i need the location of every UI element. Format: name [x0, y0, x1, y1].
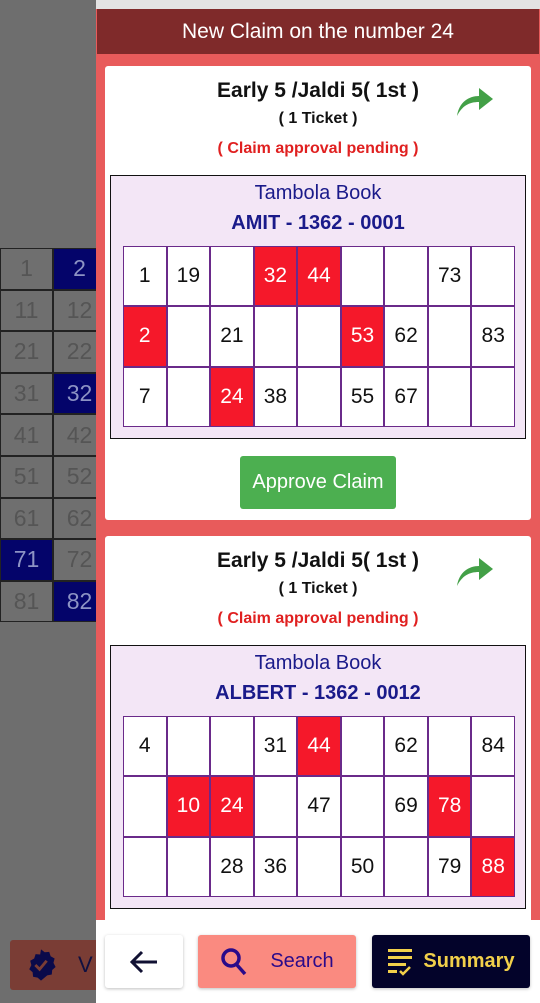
footer-bar: Search Summary: [96, 920, 540, 1003]
ticket-cell: [211, 717, 253, 776]
ticket-cell: [341, 777, 384, 836]
tambola-ticket: Tambola Book ALBERT - 1362 - 0012 4 31 44 6…: [110, 645, 526, 909]
ticket-cell: [167, 837, 210, 896]
share-icon[interactable]: [455, 84, 495, 118]
ticket-cell: 84: [472, 717, 514, 776]
claim-status: ( Claim approval pending ): [217, 140, 419, 157]
ticket-cell: [428, 307, 471, 366]
book-label: Tambola Book: [254, 652, 382, 674]
ticket-cell: [298, 837, 340, 896]
ticket-cell: 10: [167, 777, 210, 836]
summary-list-icon: [388, 948, 413, 976]
board-number-cell: 31: [0, 372, 53, 415]
ticket-cell: 7: [124, 367, 166, 426]
ticket-cell: 2: [124, 307, 166, 366]
ticket-cell: [472, 367, 514, 426]
book-label: Tambola Book: [254, 182, 382, 204]
board-number-cell: 81: [0, 580, 53, 623]
background-verify-label: V: [78, 952, 93, 977]
ticket-cell: [385, 837, 427, 896]
ticket-cell: [428, 367, 471, 426]
ticket-cell: 79: [428, 837, 471, 896]
share-icon[interactable]: [455, 554, 495, 588]
ticket-id: AMIT - 1362 - 0001: [231, 212, 405, 234]
verified-badge-icon: [29, 949, 56, 981]
ticket-cell: [472, 777, 514, 836]
ticket-cell: 36: [254, 837, 297, 896]
ticket-cell: [254, 307, 297, 366]
ticket-cell: [341, 247, 384, 306]
search-label: Search: [270, 950, 334, 972]
ticket-cell: 4: [124, 717, 166, 776]
ticket-cell: 83: [472, 307, 514, 366]
arrow-left-icon: [129, 950, 157, 973]
ticket-cell: 47: [298, 777, 340, 836]
ticket-cell: 24: [211, 777, 253, 836]
ticket-cell: [124, 837, 166, 896]
ticket-cell: [298, 367, 340, 426]
ticket-cell: 53: [341, 307, 384, 366]
claim-card: Early 5 /Jaldi 5( 1st ) ( 1 Ticket ) ( C…: [105, 66, 531, 520]
board-number-cell: 61: [0, 497, 53, 540]
claim-card: Early 5 /Jaldi 5( 1st ) ( 1 Ticket ) ( C…: [105, 536, 531, 926]
board-number-cell: 51: [0, 456, 53, 498]
ticket-cell: [211, 247, 253, 306]
ticket-cell: [385, 247, 427, 306]
ticket-cell: 55: [341, 367, 384, 426]
ticket-cell: 28: [211, 837, 253, 896]
claim-dialog: New Claim on the number 24 Early 5 /Jald…: [96, 0, 540, 1003]
ticket-cell: [167, 307, 210, 366]
ticket-cell: 44: [298, 717, 340, 776]
ticket-cell: [167, 367, 210, 426]
ticket-cell: 50: [341, 837, 384, 896]
ticket-cell: 62: [385, 307, 427, 366]
ticket-cell: 78: [428, 777, 471, 836]
ticket-cell: 62: [385, 717, 427, 776]
claim-status: ( Claim approval pending ): [217, 610, 419, 627]
ticket-cell: 44: [298, 247, 340, 306]
ticket-cell: 31: [254, 717, 297, 776]
ticket-grid: 4 31 44 62 84 10 24 47 69 78 28 36 50 79 88: [123, 716, 515, 897]
ticket-cell: 67: [385, 367, 427, 426]
board-number-cell: 11: [0, 289, 53, 332]
ticket-cell: 1: [124, 247, 166, 306]
ticket-grid: 1 19 32 44 73 2 21 53 62 83 7 24 38 55 67: [123, 246, 515, 427]
dialog-title: New Claim on the number 24: [97, 9, 539, 54]
ticket-cell: [298, 307, 340, 366]
back-button[interactable]: [105, 935, 183, 988]
board-number-cell: 41: [0, 414, 53, 456]
ticket-cell: 19: [167, 247, 210, 306]
ticket-cell: 38: [254, 367, 297, 426]
ticket-cell: 88: [472, 837, 514, 896]
background-verify-button: V: [10, 940, 100, 990]
board-number-cell: 21: [0, 331, 53, 373]
ticket-cell: 21: [211, 307, 253, 366]
search-icon: [221, 947, 247, 975]
ticket-cell: 24: [211, 367, 253, 426]
tambola-ticket: Tambola Book AMIT - 1362 - 0001 1 19 32 44 7…: [110, 175, 526, 439]
ticket-cell: 32: [254, 247, 297, 306]
board-number-cell: 71: [0, 539, 53, 581]
ticket-cell: [167, 717, 210, 776]
ticket-cell: [472, 247, 514, 306]
search-button[interactable]: Search: [198, 935, 356, 988]
ticket-cell: 69: [385, 777, 427, 836]
board-number-cell: 1: [0, 248, 53, 290]
ticket-cell: [254, 777, 297, 836]
summary-button[interactable]: Summary: [372, 935, 530, 988]
ticket-cell: 73: [428, 247, 471, 306]
ticket-cell: [341, 717, 384, 776]
approve-claim-button[interactable]: Approve Claim: [240, 456, 396, 509]
ticket-id: ALBERT - 1362 - 0012: [215, 682, 421, 704]
ticket-cell: [124, 777, 166, 836]
summary-label: Summary: [423, 950, 515, 972]
ticket-cell: [428, 717, 471, 776]
